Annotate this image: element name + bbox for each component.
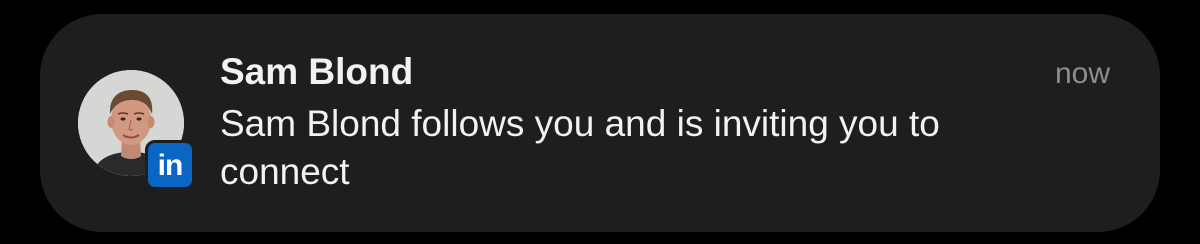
notification-body: Sam Blond follows you and is inviting yo… (220, 103, 940, 192)
app-badge-label: in (157, 149, 184, 182)
linkedin-icon: in (145, 140, 195, 190)
notification-title: Sam Blond (220, 51, 414, 92)
notification-timestamp: now (1054, 57, 1110, 90)
sender-avatar-group: in (78, 70, 195, 190)
notification-banner[interactable]: in Sam Blond now Sam Blond follows you a… (40, 14, 1160, 232)
